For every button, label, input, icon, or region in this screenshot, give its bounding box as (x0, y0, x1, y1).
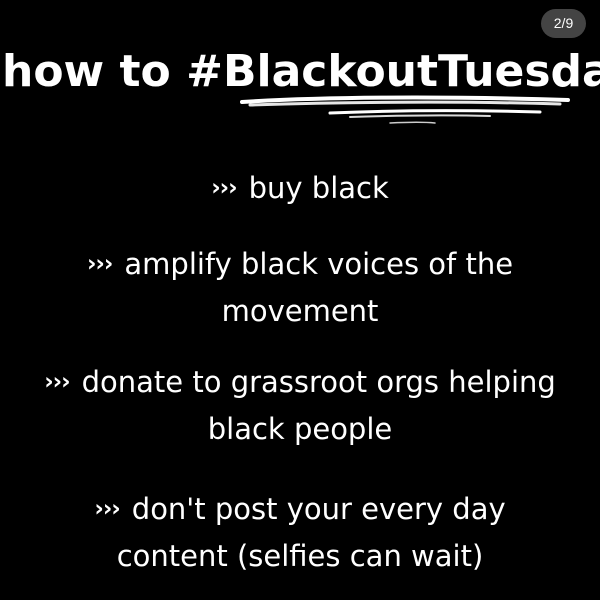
list-item-line: ››› donate to grassroot orgs helping (0, 360, 600, 407)
list-item: ››› amplify black voices of the movement (0, 242, 600, 333)
list-item-line: ››› don't post your every day (0, 487, 600, 534)
list-item-line: ››› buy black (0, 166, 600, 213)
list-item-line-continued: content (selfies can wait) (116, 539, 484, 573)
list-item-text: don't post your every day (131, 492, 506, 526)
triple-chevron-right-icon: ››› (94, 496, 120, 522)
list-item: ››› don't post your every day content (se… (0, 487, 600, 578)
slide-title: how to #BlackoutTuesday (2, 46, 600, 97)
list-item-text: amplify black voices of the (124, 247, 514, 281)
triple-chevron-right-icon: ››› (44, 369, 70, 395)
slide-counter-badge: 2/9 (541, 9, 586, 38)
list-item-line-continued: movement (221, 294, 379, 328)
list-item-text: donate to grassroot orgs helping (81, 365, 556, 399)
list-item-text: buy black (248, 171, 389, 205)
triple-chevron-right-icon: ››› (86, 251, 113, 277)
brush-underline-icon (240, 95, 570, 124)
list-item: ››› donate to grassroot orgs helping blac… (0, 360, 600, 451)
list-item-line: ››› amplify black voices of the (0, 242, 600, 289)
list-item-line-continued: black people (207, 412, 393, 446)
triple-chevron-right-icon: ››› (211, 175, 237, 201)
list-item: ››› buy black (0, 166, 600, 213)
